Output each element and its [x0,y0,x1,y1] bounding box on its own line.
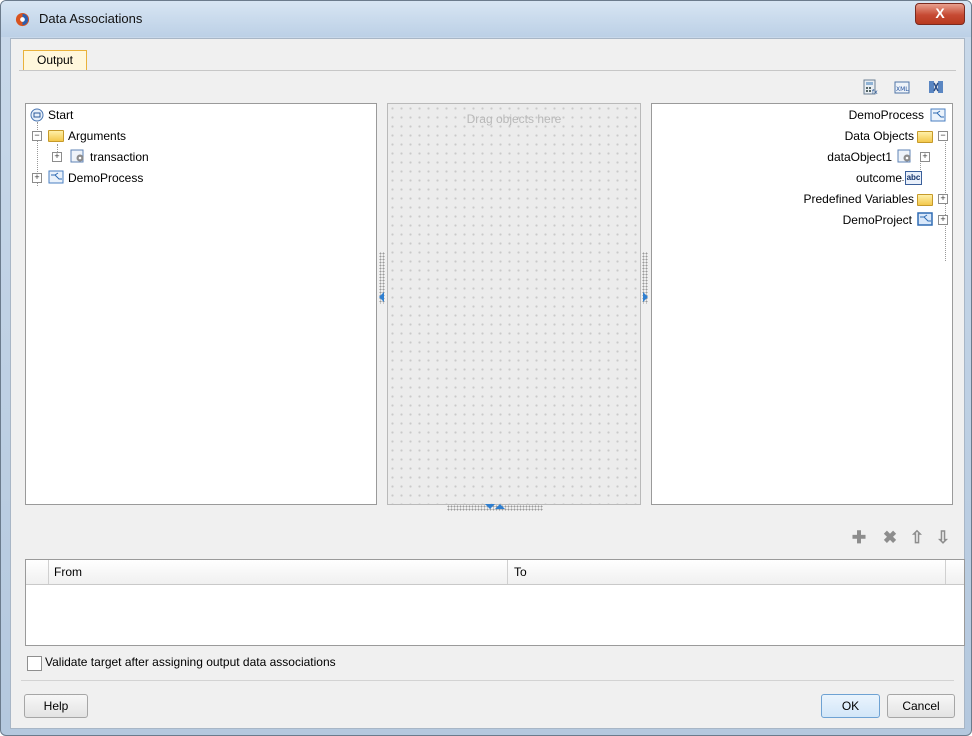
drag-placeholder: Drag objects here [466,112,562,126]
source-tree-panel[interactable]: Start − Arguments + transaction + DemoPr… [25,103,377,505]
tree-label: Data Objects [844,129,914,143]
expand-icon[interactable]: + [938,215,948,225]
process-icon [930,108,946,122]
tab-divider [19,70,956,71]
tree-label: DemoProcess [848,108,924,122]
table-header: From To [26,560,964,585]
tree-node-demoproject[interactable]: DemoProject + [668,211,948,229]
close-button[interactable]: X [915,3,965,25]
collapse-icon[interactable]: − [32,131,42,141]
window-title: Data Associations [39,11,143,26]
calculator-icon[interactable]: fx [862,79,878,95]
column-header-to[interactable]: To [514,560,527,584]
tree-label: DemoProject [842,213,912,227]
mapping-drop-area[interactable]: Drag objects here [387,103,641,505]
tree-label: Predefined Variables [803,192,914,206]
column-divider [48,560,49,584]
associations-table[interactable]: From To [25,559,965,646]
folder-icon [917,194,933,206]
validate-checkbox[interactable] [27,656,42,671]
tab-output[interactable]: Output [23,50,87,70]
footer-divider [21,680,954,681]
tree-node-predefined-variables[interactable]: Predefined Variables + [668,190,948,208]
collapse-right-arrow-icon[interactable] [643,292,648,302]
expand-icon[interactable]: + [52,152,62,162]
tree-label: Start [48,108,74,122]
data-object-icon [70,149,84,163]
project-icon [917,212,933,226]
tree-label: DemoProcess [68,171,144,185]
target-tree-panel[interactable]: DemoProcess Data Objects − dataObject1 +… [651,103,953,505]
tree-label: dataObject1 [827,150,892,164]
mapping-icon[interactable] [928,79,944,95]
move-down-icon[interactable]: ⇩ [935,529,951,546]
tree-label: outcome [855,171,902,185]
expand-icon[interactable]: + [938,194,948,204]
collapse-down-arrow-icon[interactable] [485,504,495,509]
collapse-left-arrow-icon[interactable] [379,292,384,302]
xml-icon[interactable]: XML [894,79,910,95]
tree-node-data-objects[interactable]: Data Objects − [668,127,948,145]
tab-strip: Output [11,39,964,71]
tree-node-dataobject1[interactable]: dataObject1 + [670,148,930,166]
dialog-content: Output fx XML Start − Arguments + transa… [10,38,965,729]
app-icon [15,12,30,27]
svg-text:fx: fx [872,89,878,95]
ok-button[interactable]: OK [821,694,880,718]
collapse-icon[interactable]: − [938,131,948,141]
expand-icon[interactable]: + [32,173,42,183]
process-icon [48,170,64,184]
folder-icon [48,130,64,142]
start-event-icon [30,108,44,122]
move-up-icon[interactable]: ⇧ [909,529,925,546]
title-bar[interactable]: Data Associations X [1,1,971,37]
expand-icon[interactable]: + [920,152,930,162]
folder-icon [917,131,933,143]
tree-node-demoprocess-target[interactable]: DemoProcess [668,106,948,124]
tree-label: Arguments [68,129,127,143]
column-divider [945,560,946,584]
dialog-window: Data Associations X Output fx XML Start … [0,0,972,736]
column-divider [507,560,508,584]
delete-icon[interactable]: ✖ [882,529,898,546]
validate-label[interactable]: Validate target after assigning output d… [45,655,336,669]
cancel-button[interactable]: Cancel [887,694,955,718]
svg-text:XML: XML [896,86,909,93]
tree-label: transaction [90,150,149,164]
add-icon[interactable]: ✚ [851,529,867,546]
help-button[interactable]: Help [24,694,88,718]
column-header-from[interactable]: From [54,560,82,584]
collapse-up-arrow-icon[interactable] [495,504,505,509]
string-icon: abc [905,171,922,185]
tree-node-outcome[interactable]: outcome abc [682,169,922,187]
data-object-icon [897,149,911,163]
